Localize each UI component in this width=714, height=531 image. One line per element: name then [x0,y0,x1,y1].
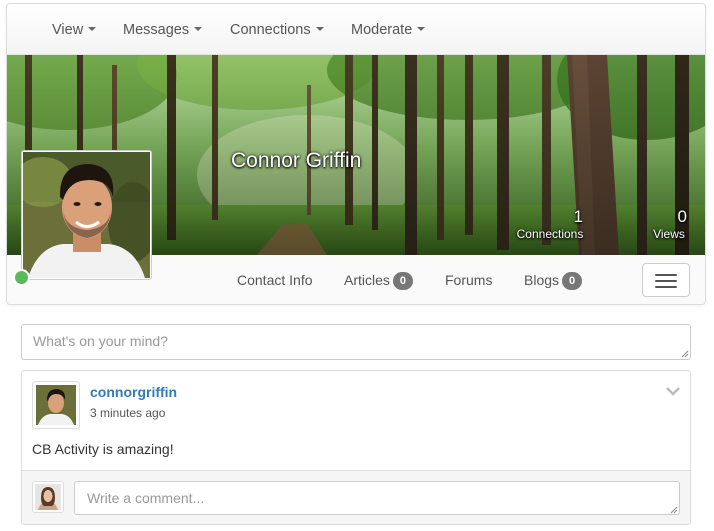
post-content: CB Activity is amazing! [32,441,174,457]
resize-grip-icon[interactable] [670,506,678,514]
comment-input[interactable] [74,481,680,515]
resize-grip-icon[interactable] [681,350,689,358]
nav-connections-menu[interactable]: Connections [230,22,324,38]
caret-down-icon [194,27,203,31]
chevron-down-icon[interactable] [665,385,681,397]
tab-contact-info[interactable]: Contact Info [237,272,313,288]
author-avatar-image [36,385,76,425]
profile-navbar: View Messages Connections Moderate [7,4,705,55]
comment-area [22,470,690,524]
nav-moderate-menu[interactable]: Moderate [351,22,426,38]
online-status-indicator [13,269,30,286]
post-author-avatar[interactable] [32,381,80,429]
profile-avatar[interactable] [21,150,152,280]
menu-toggle-button[interactable] [642,263,690,297]
tab-blogs[interactable]: Blogs 0 [524,272,583,290]
views-stat: 0 Views [647,207,691,241]
caret-down-icon [315,27,324,31]
tab-forums[interactable]: Forums [445,272,492,288]
commenter-avatar [32,481,64,513]
views-label: Views [653,227,685,241]
tab-articles[interactable]: Articles 0 [344,272,413,290]
caret-down-icon [88,27,97,31]
blogs-count-badge: 0 [562,272,583,290]
post-author-username[interactable]: connorgriffin [90,384,177,400]
post-timestamp: 3 minutes ago [90,406,166,420]
profile-name: Connor Griffin [231,149,362,172]
caret-down-icon [417,27,426,31]
connections-stat[interactable]: 1 Connections [511,207,589,241]
articles-count-badge: 0 [392,272,413,290]
status-input[interactable] [21,324,691,360]
connections-label: Connections [516,227,584,241]
nav-messages-menu[interactable]: Messages [123,22,203,38]
profile-card: View Messages Connections Moderate Conno… [6,3,706,305]
nav-view-menu[interactable]: View [52,22,97,38]
activity-post: connorgriffin 3 minutes ago CB Activity … [21,370,691,525]
avatar-image [23,152,150,278]
connections-count: 1 [573,207,583,226]
commenter-avatar-image [35,484,61,510]
views-count: 0 [677,207,687,226]
